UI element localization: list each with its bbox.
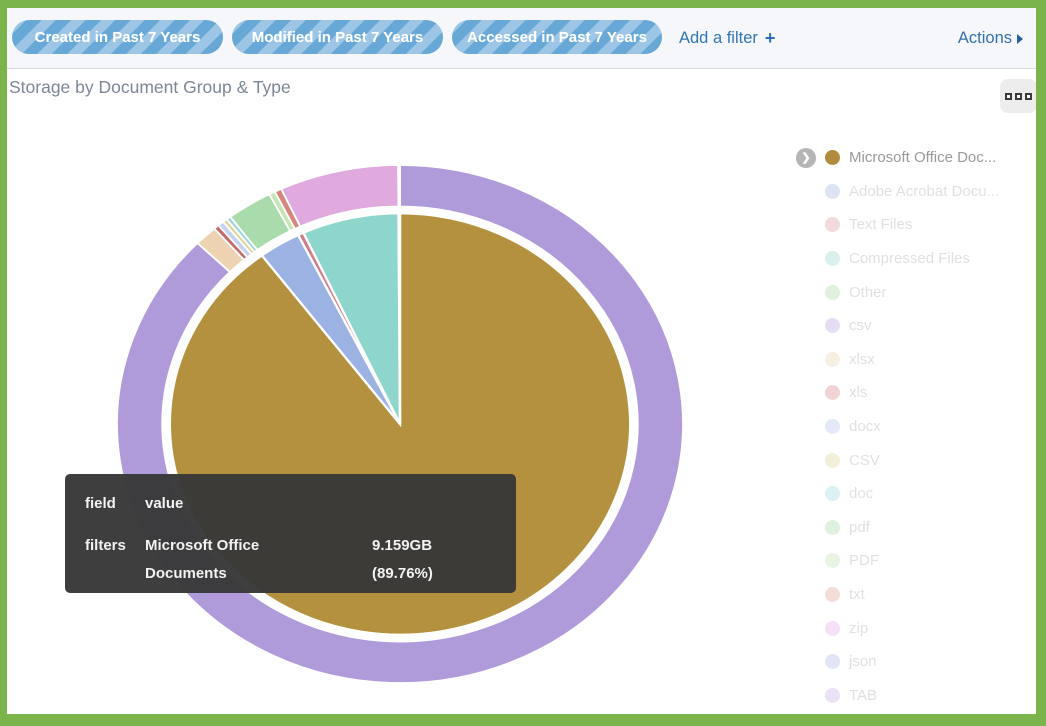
chart-tooltip: field value filters Microsoft Office Doc… bbox=[65, 474, 516, 593]
plus-icon: + bbox=[765, 28, 776, 49]
panel-title: Storage by Document Group & Type bbox=[9, 77, 291, 98]
legend-item-adobe-acrobat-docu-[interactable]: ❯Adobe Acrobat Docu... bbox=[796, 175, 1041, 209]
legend-color-dot bbox=[825, 621, 840, 636]
legend-color-dot bbox=[825, 419, 840, 434]
tooltip-field-header: field bbox=[85, 490, 145, 518]
options-menu-icon bbox=[1025, 93, 1032, 100]
legend-item-xlsx[interactable]: ❯xlsx bbox=[796, 343, 1041, 377]
legend-label: Adobe Acrobat Docu... bbox=[849, 183, 999, 200]
options-menu-icon bbox=[1005, 93, 1012, 100]
legend-label: Microsoft Office Doc... bbox=[849, 149, 996, 166]
legend-label: Text Files bbox=[849, 216, 912, 233]
legend-item-compressed-files[interactable]: ❯Compressed Files bbox=[796, 242, 1041, 276]
tooltip-row: filters Microsoft Office Documents 9.159… bbox=[85, 532, 502, 588]
legend-color-dot bbox=[825, 318, 840, 333]
filter-pill-label: Created in Past 7 Years bbox=[35, 29, 201, 46]
filter-pill-label: Accessed in Past 7 Years bbox=[467, 29, 647, 46]
legend-label: txt bbox=[849, 586, 865, 603]
legend-label: TAB bbox=[849, 687, 877, 704]
legend-label: CSV bbox=[849, 452, 880, 469]
legend-label: csv bbox=[849, 317, 872, 334]
tooltip-slice-name: Microsoft Office Documents bbox=[145, 532, 372, 588]
legend-color-dot bbox=[825, 217, 840, 232]
ring-slice-TAB[interactable] bbox=[399, 165, 400, 206]
legend-color-dot bbox=[825, 553, 840, 568]
caret-right-icon bbox=[1017, 34, 1023, 44]
app-window: Created in Past 7 Years Modified in Past… bbox=[0, 0, 1046, 726]
options-menu-icon bbox=[1015, 93, 1022, 100]
chart-legend: ❯ Microsoft Office Doc... ❯Adobe Acrobat D… bbox=[796, 141, 1041, 712]
legend-item-zip[interactable]: ❯zip bbox=[796, 611, 1041, 645]
actions-menu-button[interactable]: Actions bbox=[958, 8, 1023, 69]
legend-label: Other bbox=[849, 284, 887, 301]
legend-label: doc bbox=[849, 485, 873, 502]
pie-slice-Other[interactable] bbox=[399, 213, 400, 424]
legend-label: json bbox=[849, 653, 877, 670]
legend-color-dot bbox=[825, 688, 840, 703]
legend-color-dot bbox=[825, 654, 840, 669]
expand-arrow-icon[interactable]: ❯ bbox=[796, 148, 816, 168]
legend-label: xlsx bbox=[849, 351, 875, 368]
legend-item-other[interactable]: ❯Other bbox=[796, 275, 1041, 309]
tooltip-slice-value: 9.159GB (89.76%) bbox=[372, 532, 502, 588]
legend-label: Compressed Files bbox=[849, 250, 970, 267]
dashboard-page: Created in Past 7 Years Modified in Past… bbox=[7, 8, 1036, 714]
legend-label: PDF bbox=[849, 552, 879, 569]
filter-pill-label: Modified in Past 7 Years bbox=[252, 29, 423, 46]
legend-item-csv[interactable]: ❯CSV bbox=[796, 443, 1041, 477]
legend-item-pdf[interactable]: ❯pdf bbox=[796, 511, 1041, 545]
legend-color-dot bbox=[825, 587, 840, 602]
legend-item-json[interactable]: ❯json bbox=[796, 645, 1041, 679]
legend-item-xls[interactable]: ❯xls bbox=[796, 376, 1041, 410]
legend-color-dot bbox=[825, 150, 840, 165]
legend-color-dot bbox=[825, 453, 840, 468]
actions-label: Actions bbox=[958, 29, 1012, 48]
tooltip-header: field value bbox=[85, 490, 502, 518]
legend-color-dot bbox=[825, 486, 840, 501]
legend-color-dot bbox=[825, 520, 840, 535]
legend-item-docx[interactable]: ❯docx bbox=[796, 410, 1041, 444]
tooltip-percent: (89.76%) bbox=[372, 560, 502, 588]
add-filter-button[interactable]: Add a filter + bbox=[679, 8, 775, 69]
legend-label: pdf bbox=[849, 519, 870, 536]
legend-item-csv[interactable]: ❯csv bbox=[796, 309, 1041, 343]
tooltip-value-header: value bbox=[145, 490, 372, 518]
legend-item-txt[interactable]: ❯txt bbox=[796, 578, 1041, 612]
legend-color-dot bbox=[825, 285, 840, 300]
legend-item-microsoft-office-doc-[interactable]: ❯ Microsoft Office Doc... bbox=[796, 141, 1041, 175]
storage-sunburst-chart[interactable] bbox=[117, 165, 683, 683]
panel-options-button[interactable] bbox=[1000, 79, 1037, 113]
filter-pill-modified[interactable]: Modified in Past 7 Years bbox=[232, 20, 443, 54]
filter-pill-created[interactable]: Created in Past 7 Years bbox=[12, 20, 223, 54]
filter-pill-accessed[interactable]: Accessed in Past 7 Years bbox=[452, 20, 662, 54]
legend-item-tab[interactable]: ❯TAB bbox=[796, 679, 1041, 713]
tooltip-field-name: filters bbox=[85, 532, 145, 588]
add-filter-label: Add a filter bbox=[679, 29, 758, 48]
legend-color-dot bbox=[825, 251, 840, 266]
legend-item-doc[interactable]: ❯doc bbox=[796, 477, 1041, 511]
legend-item-pdf[interactable]: ❯PDF bbox=[796, 544, 1041, 578]
legend-color-dot bbox=[825, 352, 840, 367]
legend-label: xls bbox=[849, 384, 867, 401]
legend-label: docx bbox=[849, 418, 881, 435]
legend-color-dot bbox=[825, 184, 840, 199]
legend-label: zip bbox=[849, 620, 868, 637]
tooltip-amount: 9.159GB bbox=[372, 532, 502, 560]
filter-bar: Created in Past 7 Years Modified in Past… bbox=[7, 8, 1036, 69]
legend-color-dot bbox=[825, 385, 840, 400]
legend-item-text-files[interactable]: ❯Text Files bbox=[796, 208, 1041, 242]
